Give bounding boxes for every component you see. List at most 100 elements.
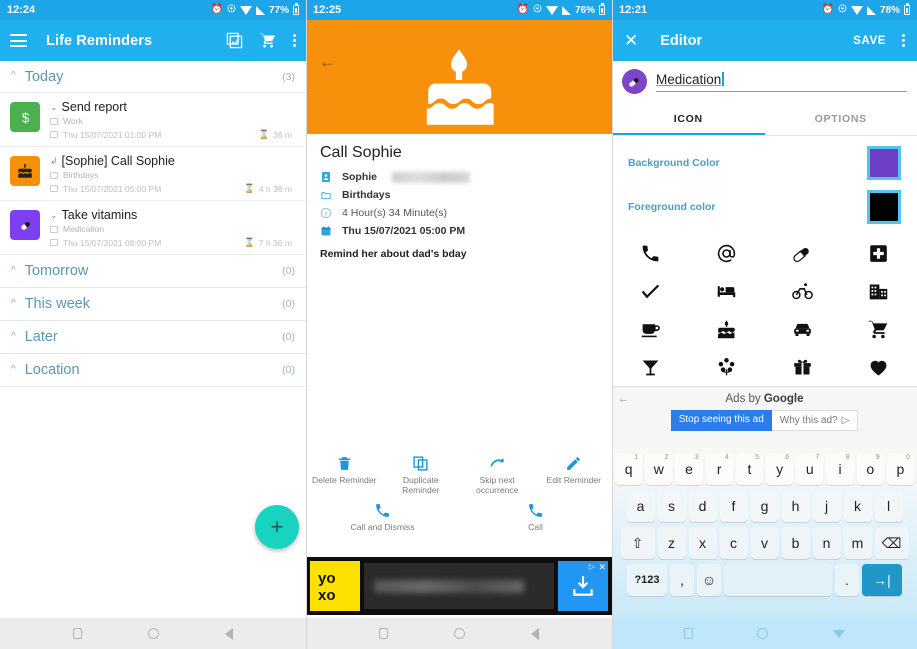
key-comma[interactable]: , <box>670 564 694 596</box>
key-h[interactable]: h <box>781 490 810 522</box>
close-icon[interactable]: ✕ <box>598 562 606 573</box>
key-backspace[interactable]: ⌫ <box>874 527 909 559</box>
stop-seeing-ad-button[interactable]: Stop seeing this ad <box>670 410 772 431</box>
ad-banner[interactable]: yo xo ▷ ✕ <box>306 557 612 615</box>
name-input[interactable]: Medication <box>656 71 907 92</box>
status-bar: 12:21 ⏰ ☉ 78% <box>612 0 917 20</box>
emoji-icon[interactable]: ☺ <box>697 564 721 596</box>
key-c[interactable]: c <box>719 527 748 559</box>
key-k[interactable]: k <box>843 490 872 522</box>
icon-option-building[interactable] <box>841 272 917 310</box>
section-later[interactable]: ^ Later (0) <box>0 321 306 354</box>
recents-button[interactable] <box>73 628 82 639</box>
key-symbols[interactable]: ?123 <box>627 564 667 596</box>
tab-options[interactable]: OPTIONS <box>765 105 917 135</box>
back-button[interactable] <box>531 627 539 640</box>
key-l[interactable]: l <box>874 490 903 522</box>
hide-keyboard-button[interactable] <box>832 629 845 638</box>
section-label: Today <box>24 68 64 85</box>
close-icon[interactable]: ✕ <box>624 32 638 49</box>
icon-option-phone[interactable] <box>612 234 688 272</box>
recents-button[interactable] <box>379 628 388 639</box>
duplicate-reminder-button[interactable]: Duplicate Reminder <box>383 455 460 495</box>
icon-option-pill[interactable] <box>765 234 841 272</box>
foreground-color-swatch[interactable] <box>867 190 901 224</box>
icon-option-cocktail[interactable] <box>612 348 688 386</box>
background-color-swatch[interactable] <box>867 146 901 180</box>
skip-next-occurrence-button[interactable]: Skip next occurrence <box>459 455 536 495</box>
add-reminder-fab[interactable]: + <box>255 505 299 549</box>
key-p[interactable]: 0p <box>886 453 915 485</box>
key-t[interactable]: 5t <box>735 453 763 485</box>
key-period[interactable]: . <box>835 564 859 596</box>
key-n[interactable]: n <box>812 527 841 559</box>
key-space[interactable] <box>724 564 832 596</box>
key-g[interactable]: g <box>750 490 779 522</box>
tab-icon[interactable]: ICON <box>612 105 765 135</box>
section-today[interactable]: ^ Today (3) <box>0 61 306 93</box>
key-m[interactable]: m <box>843 527 872 559</box>
key-a[interactable]: a <box>626 490 655 522</box>
key-q[interactable]: 1q <box>614 453 643 485</box>
section-this-week[interactable]: ^ This week (0) <box>0 288 306 321</box>
icon-option-bed[interactable] <box>688 272 764 310</box>
icon-option-medical-cross[interactable] <box>841 234 917 272</box>
icon-option-flower[interactable] <box>688 348 764 386</box>
back-arrow-icon[interactable]: ← <box>618 393 629 405</box>
key-u[interactable]: 7u <box>796 453 824 485</box>
icon-option-gift[interactable] <box>765 348 841 386</box>
gift-icon <box>794 359 811 374</box>
key-i[interactable]: 8i <box>826 453 854 485</box>
checklist-icon[interactable] <box>226 32 243 49</box>
birthday-cake-icon <box>717 319 735 338</box>
key-j[interactable]: j <box>812 490 841 522</box>
home-button[interactable] <box>757 628 769 639</box>
icon-option-birthday-cake[interactable] <box>688 310 764 348</box>
key-z[interactable]: z <box>657 527 686 559</box>
reminder-row[interactable]: ⌄ Take vitamins Medication Thu 15/07/2021… <box>0 201 306 255</box>
icon-option-car[interactable] <box>765 310 841 348</box>
key-d[interactable]: d <box>688 490 717 522</box>
key-shift[interactable]: ⇧ <box>620 527 655 559</box>
home-button[interactable] <box>454 628 465 639</box>
key-enter[interactable]: →| <box>862 564 902 596</box>
icon-option-check[interactable] <box>612 272 688 310</box>
icon-option-at-sign[interactable] <box>688 234 764 272</box>
shopping-cart-icon[interactable] <box>259 32 277 49</box>
key-o[interactable]: 9o <box>856 453 884 485</box>
more-vert-icon[interactable] <box>902 33 905 48</box>
icon-option-shopping-cart[interactable] <box>841 310 917 348</box>
delete-reminder-button[interactable]: Delete Reminder <box>306 455 383 495</box>
icon-option-heart[interactable] <box>841 348 917 386</box>
key-f[interactable]: f <box>719 490 748 522</box>
home-button[interactable] <box>148 628 159 639</box>
more-vert-icon[interactable] <box>293 33 296 48</box>
ad-install-button[interactable]: ▷ ✕ <box>558 561 608 611</box>
icon-option-coffee-cup[interactable] <box>612 310 688 348</box>
hamburger-icon[interactable] <box>10 34 27 47</box>
building-icon <box>870 284 888 299</box>
key-s[interactable]: s <box>657 490 686 522</box>
icon-option-bicycle[interactable] <box>765 272 841 310</box>
key-w[interactable]: 2w <box>645 453 673 485</box>
recents-button[interactable] <box>684 628 694 639</box>
reminder-date: Thu 15/07/2021 05:00 PM <box>63 183 162 194</box>
back-button[interactable] <box>225 627 233 640</box>
section-location[interactable]: ^ Location (0) <box>0 354 306 387</box>
key-y[interactable]: 6y <box>766 453 794 485</box>
call-button[interactable]: Call <box>459 502 612 532</box>
key-v[interactable]: v <box>750 527 779 559</box>
key-x[interactable]: x <box>688 527 717 559</box>
reminder-title: Send report <box>61 100 127 114</box>
why-this-ad-button[interactable]: Why this ad? ▷ <box>771 410 859 431</box>
avatar[interactable] <box>622 69 647 94</box>
key-b[interactable]: b <box>781 527 810 559</box>
key-e[interactable]: 3e <box>675 453 703 485</box>
key-r[interactable]: 4r <box>705 453 733 485</box>
call-and-dismiss-button[interactable]: Call and Dismiss <box>306 502 459 532</box>
reminder-row[interactable]: ↲ [Sophie] Call Sophie Birthdays Thu 15/0… <box>0 147 306 201</box>
reminder-row[interactable]: $ ⌄ Send report Work Thu 15/07/2021 01:00… <box>0 93 306 147</box>
save-button[interactable]: SAVE <box>853 35 886 47</box>
section-tomorrow[interactable]: ^ Tomorrow (0) <box>0 255 306 288</box>
edit-reminder-button[interactable]: Edit Reminder <box>536 455 613 495</box>
